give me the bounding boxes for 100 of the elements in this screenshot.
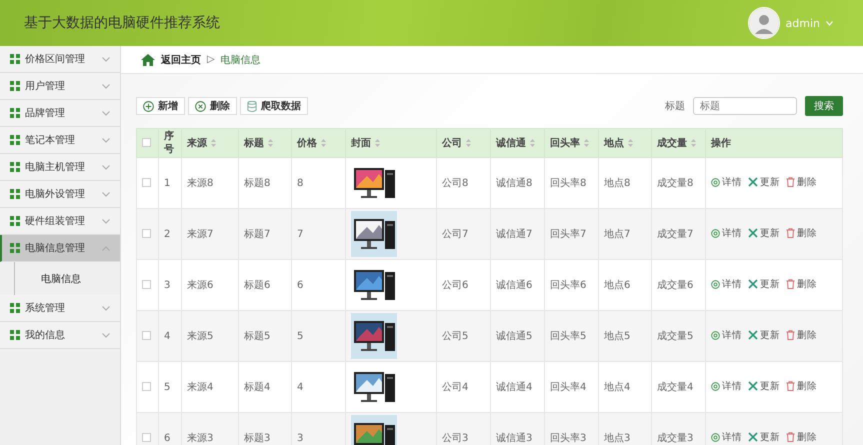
menu-icon xyxy=(10,330,20,340)
delete-row-button[interactable]: 删除 xyxy=(786,328,817,342)
column-header[interactable]: 成交量 xyxy=(652,128,706,158)
chevron-icon xyxy=(102,192,110,196)
cross-icon xyxy=(748,279,758,290)
menu-icon xyxy=(10,243,20,253)
crawl-button[interactable]: 爬取数据 xyxy=(240,97,308,115)
update-button[interactable]: 更新 xyxy=(748,278,780,291)
row-checkbox[interactable] xyxy=(142,229,151,238)
breadcrumb-separator: ▷ xyxy=(207,54,215,65)
update-button[interactable]: 更新 xyxy=(748,328,780,342)
detail-button[interactable]: 详情 xyxy=(711,227,742,240)
sort-icon[interactable] xyxy=(321,139,326,148)
sort-icon[interactable] xyxy=(584,139,589,148)
update-button[interactable]: 更新 xyxy=(748,176,780,189)
update-button[interactable]: 更新 xyxy=(748,226,780,240)
delete-row-button[interactable]: 删除 xyxy=(786,380,817,393)
column-header[interactable]: 回头率 xyxy=(544,128,598,158)
column-header[interactable]: 封面 xyxy=(346,128,436,158)
row-checkbox[interactable] xyxy=(142,280,151,290)
row-checkbox[interactable] xyxy=(142,433,151,442)
menu-icon xyxy=(10,54,20,64)
target-icon xyxy=(711,178,720,188)
sort-icon[interactable] xyxy=(375,139,380,148)
search-label: 标题 xyxy=(665,100,685,113)
cross-icon xyxy=(748,330,758,340)
sort-icon[interactable] xyxy=(268,139,273,148)
chevron-icon xyxy=(102,164,110,170)
database-icon xyxy=(247,100,257,112)
chevron-icon xyxy=(102,332,110,338)
menu-icon xyxy=(10,216,20,226)
sort-icon[interactable] xyxy=(530,139,535,148)
column-header[interactable]: 地点 xyxy=(598,128,652,158)
delete-row-button[interactable]: 删除 xyxy=(786,430,817,444)
row-checkbox[interactable] xyxy=(142,382,151,392)
target-icon xyxy=(711,382,720,392)
chevron-icon xyxy=(102,56,110,62)
trash-icon xyxy=(786,228,795,238)
detail-button[interactable]: 详情 xyxy=(711,380,742,394)
select-all-checkbox[interactable] xyxy=(142,138,151,148)
column-header: 操作 xyxy=(706,128,842,158)
menu-icon xyxy=(10,135,20,145)
trash-icon xyxy=(786,381,795,392)
trash-icon xyxy=(786,279,795,290)
trash-icon xyxy=(786,330,795,340)
breadcrumb-current: 电脑信息 xyxy=(220,54,261,66)
column-header[interactable]: 公司 xyxy=(436,128,490,158)
chevron-icon xyxy=(102,218,110,224)
detail-button[interactable]: 详情 xyxy=(711,176,742,190)
column-header[interactable]: 诚信通 xyxy=(490,128,544,158)
update-button[interactable]: 更新 xyxy=(748,430,780,444)
app-title: 基于大数据的电脑硬件推荐系统 xyxy=(24,14,220,32)
column-header[interactable]: 来源 xyxy=(182,128,238,158)
cross-icon xyxy=(748,381,758,392)
column-header: 序号 xyxy=(158,128,182,158)
target-icon xyxy=(711,280,720,290)
row-checkbox[interactable] xyxy=(142,178,151,188)
cross-icon xyxy=(748,177,758,188)
add-button[interactable]: 新增 xyxy=(136,97,185,115)
avatar-icon[interactable] xyxy=(748,7,780,39)
trash-icon xyxy=(786,177,795,188)
sort-icon[interactable] xyxy=(628,139,633,148)
update-button[interactable]: 更新 xyxy=(748,380,780,393)
delete-row-button[interactable]: 删除 xyxy=(786,226,817,240)
menu-icon xyxy=(10,303,20,313)
detail-button[interactable]: 详情 xyxy=(711,278,742,292)
delete-row-button[interactable]: 删除 xyxy=(786,176,817,189)
chevron-icon xyxy=(102,246,110,250)
target-icon xyxy=(711,229,720,238)
target-icon xyxy=(711,433,720,442)
sidebar-item[interactable]: 电脑信息管理 xyxy=(0,235,120,262)
column-header[interactable]: 标题 xyxy=(238,128,292,158)
cross-icon xyxy=(748,228,758,238)
home-link[interactable]: 返回主页 xyxy=(161,52,201,66)
column-header[interactable]: 价格 xyxy=(292,128,346,158)
sort-icon[interactable] xyxy=(211,139,216,148)
home-icon[interactable] xyxy=(141,54,155,66)
detail-button[interactable]: 详情 xyxy=(711,431,742,444)
plus-circle-icon xyxy=(143,100,154,112)
target-icon xyxy=(711,331,720,340)
cross-icon xyxy=(748,432,758,442)
detail-button[interactable]: 详情 xyxy=(711,329,742,342)
menu-icon xyxy=(10,189,20,199)
chevron-icon xyxy=(102,84,110,88)
x-circle-icon xyxy=(195,100,206,112)
sort-icon[interactable] xyxy=(691,139,696,148)
caret-icon[interactable] xyxy=(826,20,833,26)
menu-icon xyxy=(10,108,20,118)
chevron-icon xyxy=(102,138,110,142)
search-button[interactable]: 搜索 xyxy=(805,96,843,116)
row-checkbox[interactable] xyxy=(142,331,151,340)
menu-icon xyxy=(10,81,20,91)
sort-icon[interactable] xyxy=(466,139,471,148)
delete-button[interactable]: 删除 xyxy=(188,97,237,115)
chevron-icon xyxy=(102,306,110,310)
search-field[interactable]: 标题 xyxy=(693,97,797,115)
delete-row-button[interactable]: 删除 xyxy=(786,278,817,291)
menu-icon xyxy=(10,162,20,172)
chevron-icon xyxy=(102,110,110,116)
trash-icon xyxy=(786,432,795,442)
